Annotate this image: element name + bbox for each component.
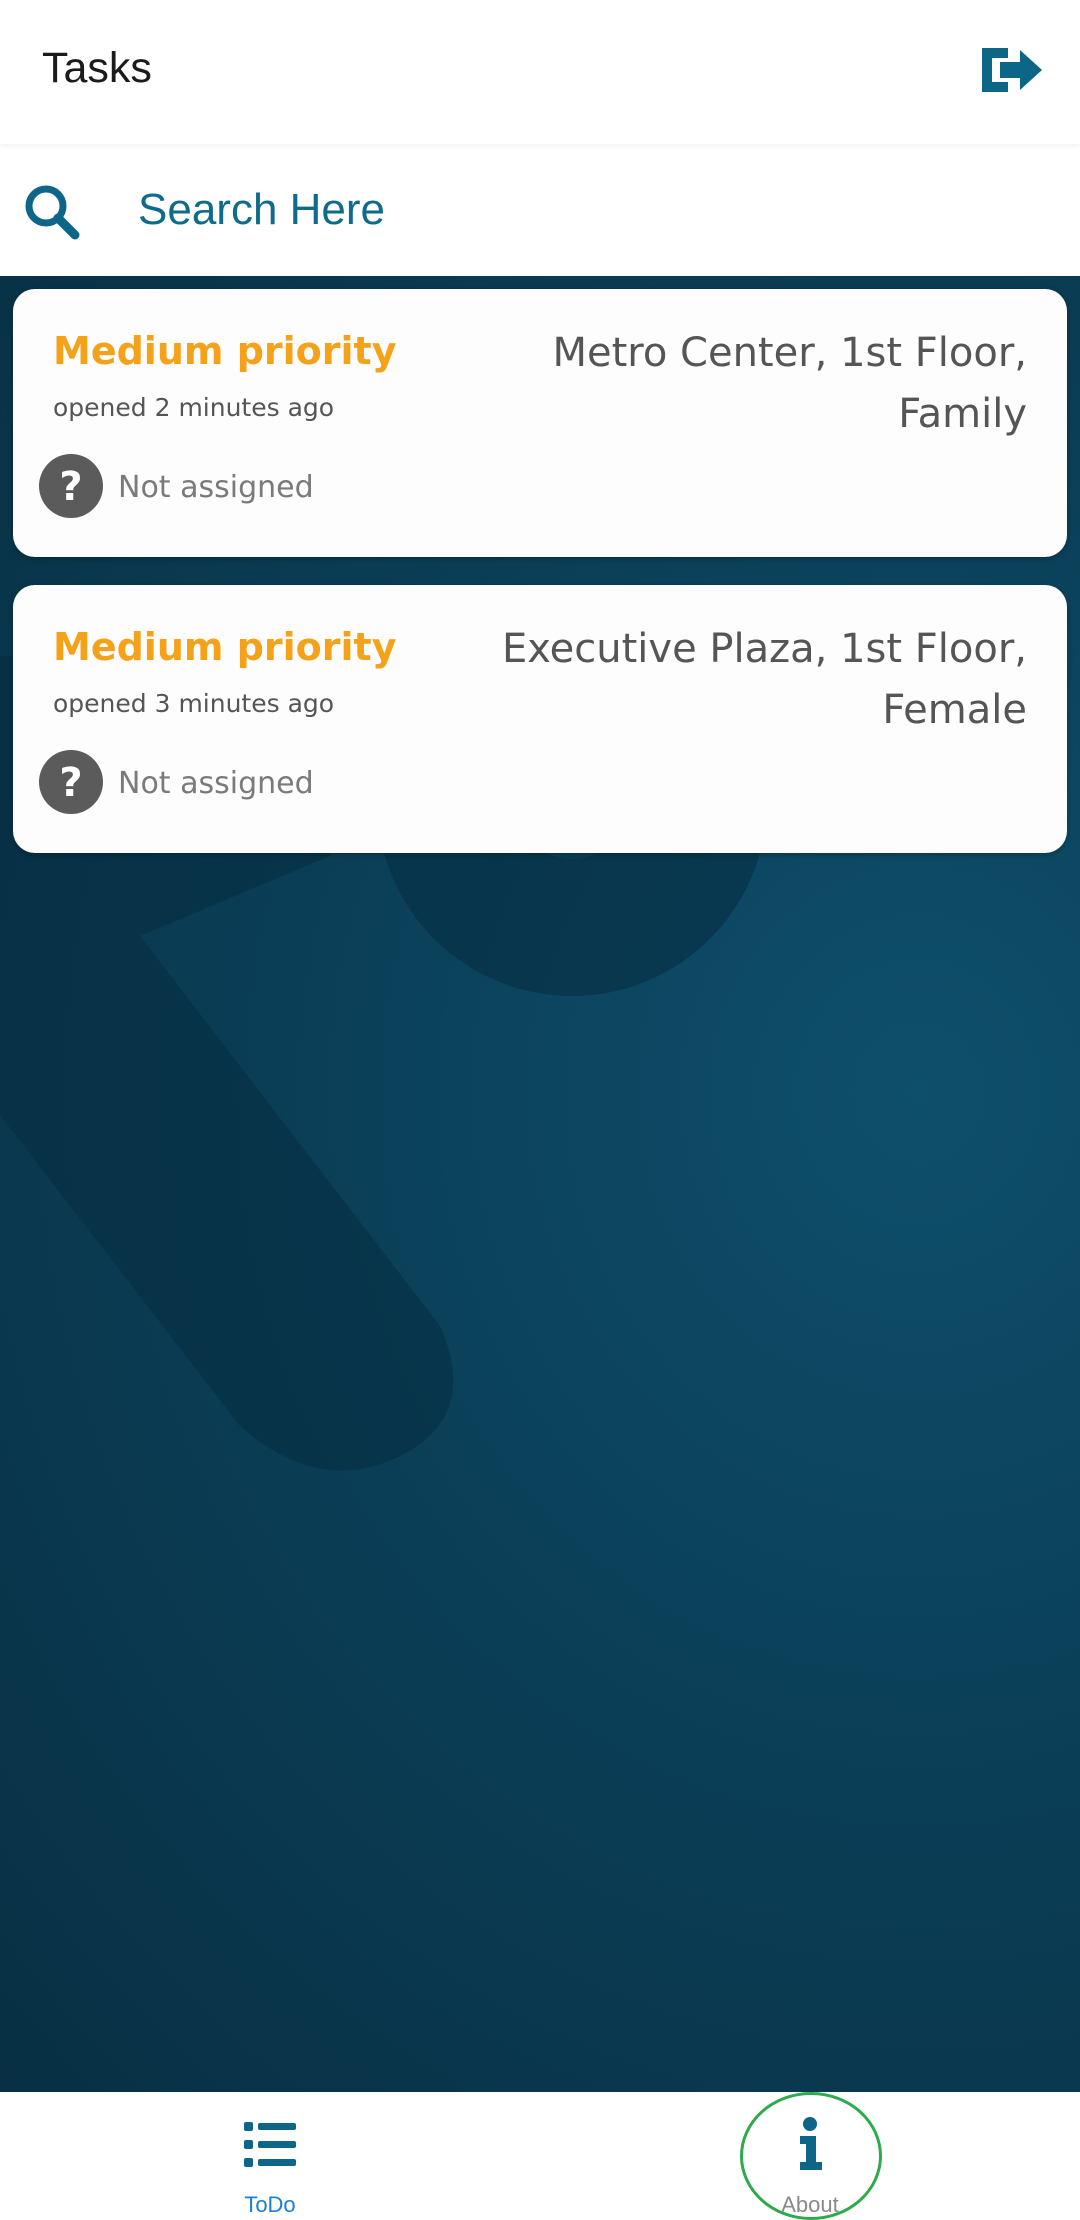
search-icon[interactable] xyxy=(22,182,82,242)
task-card[interactable]: Medium priority opened 2 minutes ago Met… xyxy=(13,289,1067,557)
info-icon xyxy=(800,2117,822,2170)
nav-tab-todo[interactable]: ToDo xyxy=(0,2092,540,2220)
svg-text:?: ? xyxy=(59,464,82,510)
nav-tab-label: ToDo xyxy=(244,2192,296,2217)
task-assignee: Not assigned xyxy=(118,470,314,505)
nav-tab-about[interactable]: About xyxy=(540,2092,1080,2220)
task-priority: Medium priority xyxy=(53,625,397,669)
task-priority: Medium priority xyxy=(53,329,397,373)
list-icon xyxy=(244,2122,296,2167)
task-opened-time: opened 2 minutes ago xyxy=(53,393,335,422)
search-input[interactable] xyxy=(122,170,1022,250)
bottom-navigation: ToDo About xyxy=(0,2092,1080,2220)
task-assignee: Not assigned xyxy=(118,766,314,801)
task-location: Executive Plaza, 1st Floor, Female xyxy=(501,626,1027,733)
question-circle-icon: ? xyxy=(39,750,103,814)
app-header: Tasks xyxy=(0,0,1080,144)
svg-text:?: ? xyxy=(59,760,82,806)
task-opened-time: opened 3 minutes ago xyxy=(53,689,335,718)
task-card[interactable]: Medium priority opened 3 minutes ago Exe… xyxy=(13,585,1067,853)
sign-out-icon[interactable] xyxy=(976,40,1046,100)
task-location: Metro Center, 1st Floor, Family xyxy=(552,330,1027,437)
question-circle-icon: ? xyxy=(39,454,103,518)
nav-tab-label: About xyxy=(781,2192,839,2217)
page-title: Tasks xyxy=(42,44,152,92)
search-bar xyxy=(0,144,1080,276)
